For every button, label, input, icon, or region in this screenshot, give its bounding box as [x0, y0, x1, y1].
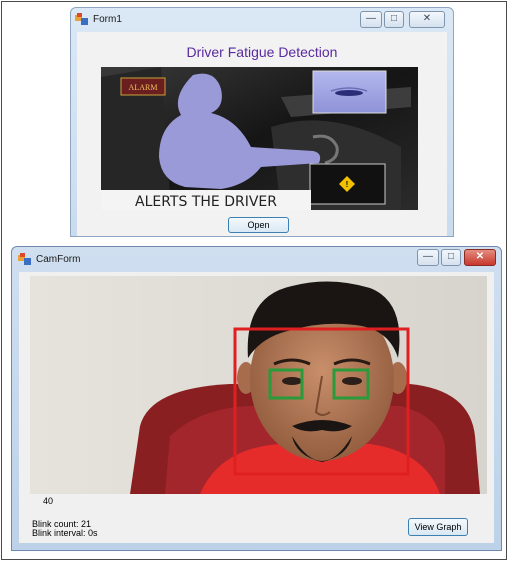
app-icon: [18, 253, 31, 265]
minimize-button[interactable]: —: [360, 11, 382, 28]
minimize-icon: —: [423, 251, 433, 262]
open-button[interactable]: Open: [228, 217, 289, 233]
maximize-icon: □: [390, 13, 398, 24]
illustration-graphic: ALARM ! ALERTS THE DRIVER: [101, 67, 418, 210]
close-icon: ✕: [475, 251, 485, 262]
app-heading: Driver Fatigue Detection: [186, 44, 338, 60]
form1-titlebar[interactable]: Form1 — □ ✕: [71, 8, 453, 32]
app-icon: [75, 13, 88, 25]
form1-client: Driver Fatigue Detection ALARM ! ALERTS …: [77, 32, 447, 236]
blink-interval-label: Blink interval: 0s: [32, 528, 98, 538]
camform-title: CamForm: [36, 254, 81, 265]
close-button[interactable]: ✕: [409, 11, 445, 28]
maximize-icon: □: [447, 251, 455, 262]
form1-title: Form1: [93, 14, 122, 25]
maximize-button[interactable]: □: [384, 11, 404, 28]
svg-text:!: !: [346, 180, 349, 189]
alarm-label: ALARM: [129, 83, 158, 92]
illustration-caption: ALERTS THE DRIVER: [135, 194, 277, 210]
driver-alert-illustration: ALARM ! ALERTS THE DRIVER: [101, 67, 418, 210]
close-button[interactable]: ✕: [464, 249, 496, 266]
minimize-button[interactable]: —: [417, 249, 439, 266]
camera-feed: [30, 276, 487, 494]
view-graph-button[interactable]: View Graph: [408, 518, 468, 536]
camform-client: 40 Blink count: 21 Blink interval: 0s Vi…: [19, 272, 494, 543]
form1-window: Form1 — □ ✕ Driver Fatigue Detection ALA…: [70, 7, 454, 237]
minimize-icon: —: [366, 13, 376, 24]
camform-window: CamForm — □ ✕ 40 Blink count: 21 Blink i…: [11, 246, 502, 551]
frame-value: 40: [43, 496, 54, 506]
camera-frame: [30, 276, 487, 494]
camform-titlebar[interactable]: CamForm — □ ✕: [12, 247, 501, 271]
maximize-button[interactable]: □: [441, 249, 461, 266]
close-icon: ✕: [422, 13, 432, 24]
